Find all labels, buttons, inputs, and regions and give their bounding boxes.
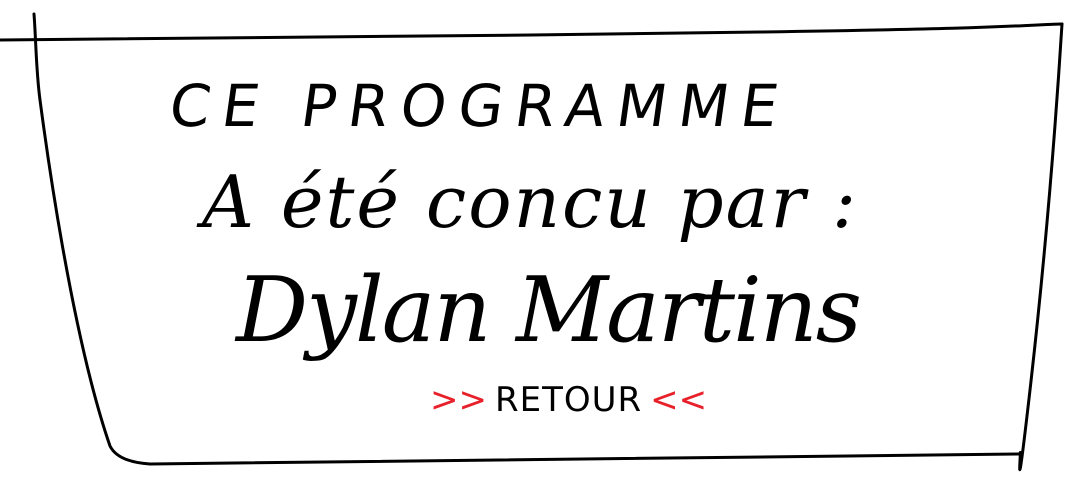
back-button-label: RETOUR bbox=[494, 380, 643, 420]
chevrons-right-icon: >> bbox=[430, 380, 487, 420]
designed-by-text: A été concu par : bbox=[202, 160, 859, 244]
back-button[interactable]: >> RETOUR << bbox=[430, 380, 707, 420]
author-name: Dylan Martins bbox=[236, 258, 862, 363]
program-heading: CE PROGRAMME bbox=[165, 72, 795, 140]
credits-screen: CE PROGRAMME A été concu par : Dylan Mar… bbox=[0, 0, 1076, 496]
chevrons-left-icon: << bbox=[650, 380, 708, 420]
